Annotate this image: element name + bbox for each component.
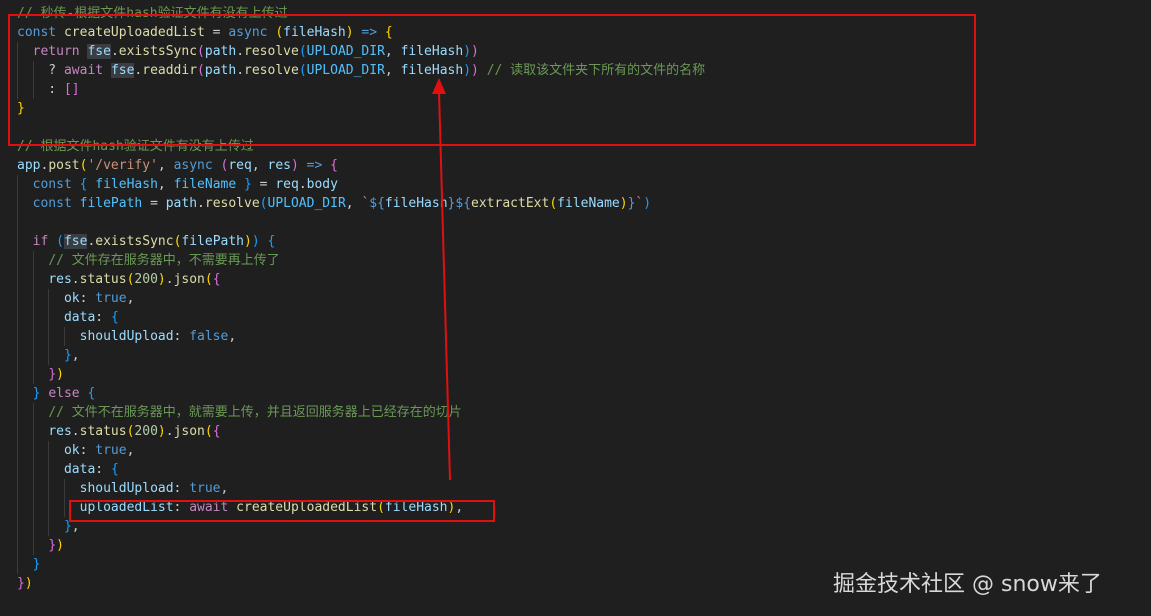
call-to-definition-arrow: [432, 78, 451, 481]
arrow-shaft: [438, 91, 451, 481]
code-editor: // 秒传-根据文件hash验证文件有没有上传过 const createUplo…: [0, 0, 1151, 616]
watermark: 掘金技术社区 @ snow来了: [833, 572, 1102, 597]
arrow-head: [432, 78, 446, 94]
